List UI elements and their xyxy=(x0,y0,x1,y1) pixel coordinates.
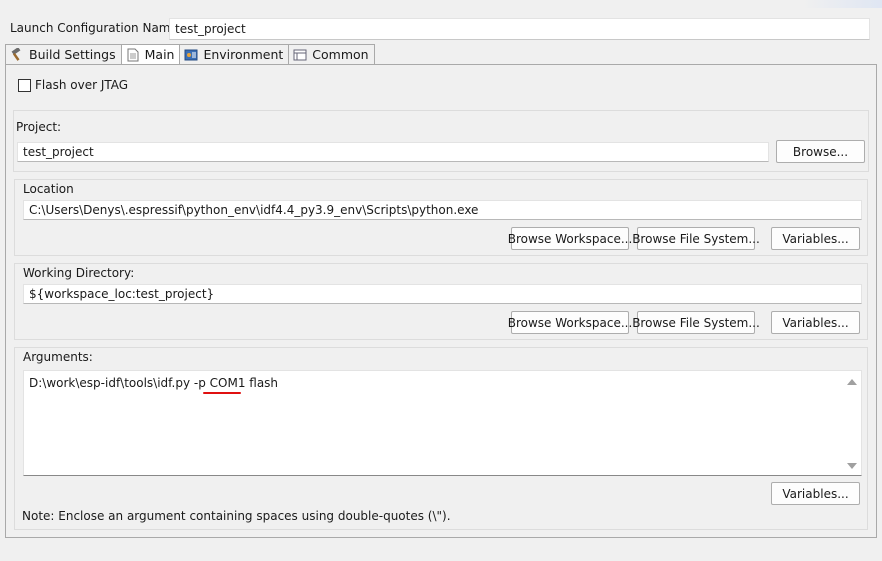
working-directory-input[interactable]: ${workspace_loc:test_project} xyxy=(23,284,862,304)
main-tab-panel: Flash over JTAG Project: test_project Br… xyxy=(5,64,877,538)
arguments-variables-button[interactable]: Variables... xyxy=(771,482,860,505)
location-group: Location C:\Users\Denys\.espressif\pytho… xyxy=(14,179,868,256)
location-label: Location xyxy=(23,182,74,196)
workdir-variables-button[interactable]: Variables... xyxy=(771,311,860,334)
launch-configuration-dialog: Launch Configuration Name: test_project … xyxy=(0,8,882,561)
location-browse-workspace-button[interactable]: Browse Workspace... xyxy=(508,227,632,250)
tab-build-settings[interactable]: Build Settings xyxy=(5,44,122,65)
flash-jtag-checkbox[interactable] xyxy=(18,78,31,92)
working-directory-group: Working Directory: ${workspace_loc:test_… xyxy=(14,263,868,340)
arguments-text: D:\work\esp-idf\tools\idf.py -p COM1 fla… xyxy=(29,376,279,390)
tab-label: Main xyxy=(144,47,175,62)
scroll-up-arrow-icon[interactable] xyxy=(847,379,857,385)
location-browse-filesystem-button[interactable]: Browse File System... xyxy=(632,227,760,250)
arguments-note: Note: Enclose an argument containing spa… xyxy=(22,509,451,523)
tab-environment[interactable]: Environment xyxy=(180,44,290,65)
tab-common[interactable]: Common xyxy=(289,44,375,65)
tab-label: Environment xyxy=(203,47,284,62)
tab-label: Build Settings xyxy=(29,47,116,62)
project-group: Project: test_project Browse... xyxy=(13,110,869,172)
project-label: Project: xyxy=(16,120,62,134)
working-directory-label: Working Directory: xyxy=(23,266,135,280)
common-icon xyxy=(293,48,307,62)
workdir-browse-filesystem-button[interactable]: Browse File System... xyxy=(632,311,760,334)
tab-label: Common xyxy=(312,47,369,62)
config-name-label: Launch Configuration Name: xyxy=(10,21,182,35)
location-input[interactable]: C:\Users\Denys\.espressif\python_env\idf… xyxy=(23,200,862,220)
flash-jtag-option[interactable]: Flash over JTAG xyxy=(18,78,128,92)
document-icon xyxy=(126,48,140,62)
tab-main[interactable]: Main xyxy=(121,44,181,65)
arguments-textarea[interactable]: D:\work\esp-idf\tools\idf.py -p COM1 fla… xyxy=(23,370,862,476)
scroll-down-arrow-icon[interactable] xyxy=(847,463,857,469)
workdir-browse-workspace-button[interactable]: Browse Workspace... xyxy=(508,311,632,334)
arguments-group: Arguments: D:\work\esp-idf\tools\idf.py … xyxy=(14,347,868,530)
config-name-input[interactable]: test_project xyxy=(169,18,870,40)
location-variables-button[interactable]: Variables... xyxy=(771,227,860,250)
hammer-icon xyxy=(10,47,24,62)
tab-bar: Build Settings Main Environment Common xyxy=(5,44,375,65)
project-input[interactable]: test_project xyxy=(17,142,769,162)
com-port-underline xyxy=(203,392,241,394)
arguments-label: Arguments: xyxy=(23,350,93,364)
top-strip xyxy=(0,0,882,8)
flash-jtag-label: Flash over JTAG xyxy=(35,78,129,92)
project-browse-button[interactable]: Browse... xyxy=(776,140,865,163)
environment-icon xyxy=(184,48,198,62)
